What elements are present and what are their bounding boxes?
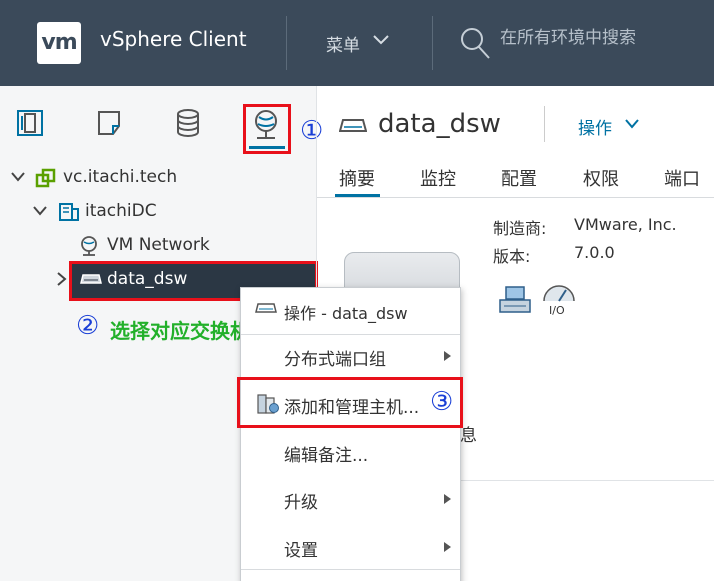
chevron-right-icon[interactable] <box>56 271 68 287</box>
chevron-down-icon[interactable] <box>624 118 640 130</box>
vmware-logo: vm <box>37 22 81 64</box>
hosts-clusters-icon[interactable] <box>15 108 45 138</box>
app-title[interactable]: vSphere Client <box>100 27 247 51</box>
network-icon <box>81 236 97 256</box>
step-1-marker: ① <box>300 116 324 146</box>
header-divider <box>432 16 433 70</box>
tab-monitor[interactable]: 监控 <box>420 165 456 191</box>
top-header: vm vSphere Client 菜单 <box>0 0 714 86</box>
submenu-arrow-icon <box>444 542 451 552</box>
chevron-down-icon[interactable] <box>10 171 26 183</box>
menu-button[interactable]: 菜单 <box>326 31 360 56</box>
storage-icon[interactable] <box>173 108 203 138</box>
manufacturer-label: 制造商: <box>493 219 547 238</box>
svg-text:I/O: I/O <box>549 304 565 317</box>
section-divider <box>460 480 714 481</box>
manufacturer-value: VMware, Inc. <box>574 215 677 234</box>
header-divider <box>286 16 287 70</box>
host-switch-icon <box>499 286 531 313</box>
tabs-baseline <box>317 197 714 198</box>
actions-menu-button[interactable]: 操作 <box>578 114 612 139</box>
submenu-arrow-icon <box>444 351 451 361</box>
tab-summary[interactable]: 摘要 <box>339 165 375 191</box>
distributed-switch-icon <box>339 119 367 132</box>
tab-permissions[interactable]: 权限 <box>583 165 619 191</box>
tree-item-network[interactable]: VM Network <box>107 235 210 255</box>
search-input[interactable] <box>500 28 700 48</box>
menu-item-settings[interactable]: 设置 <box>284 536 318 561</box>
active-tab-indicator <box>335 194 380 197</box>
submenu-arrow-icon <box>444 494 451 504</box>
version-value: 7.0.0 <box>574 243 615 262</box>
annotation-box-1 <box>243 104 291 154</box>
step-3-marker: ③ <box>430 387 454 417</box>
menu-divider <box>241 334 460 335</box>
context-menu <box>240 287 461 581</box>
context-menu-header: 操作 - data_dsw <box>284 304 408 323</box>
menu-item-upgrade[interactable]: 升级 <box>284 488 318 513</box>
title-divider <box>544 106 545 142</box>
io-gauge-icon: I/O <box>543 285 575 317</box>
chevron-down-icon[interactable] <box>372 34 390 46</box>
vms-templates-icon[interactable] <box>95 108 125 138</box>
menu-divider <box>241 569 460 570</box>
tree-item-datacenter[interactable]: itachiDC <box>85 201 157 221</box>
datacenter-icon <box>59 203 79 221</box>
object-title: data_dsw <box>378 109 501 139</box>
tree-item-vcenter[interactable]: vc.itachi.tech <box>63 167 177 187</box>
distributed-switch-icon <box>255 303 277 313</box>
step-2-caption: 选择对应交换机 <box>110 319 250 343</box>
search-icon[interactable] <box>459 26 491 60</box>
version-label: 版本: <box>493 247 531 266</box>
tab-ports[interactable]: 端口 <box>664 165 700 191</box>
menu-item-port-group[interactable]: 分布式端口组 <box>284 345 386 370</box>
chevron-down-icon[interactable] <box>32 205 48 217</box>
tab-configure[interactable]: 配置 <box>501 165 537 191</box>
menu-item-edit-notes[interactable]: 编辑备注... <box>284 441 368 466</box>
vcenter-icon <box>35 168 56 188</box>
step-2-marker: ② <box>76 311 100 341</box>
